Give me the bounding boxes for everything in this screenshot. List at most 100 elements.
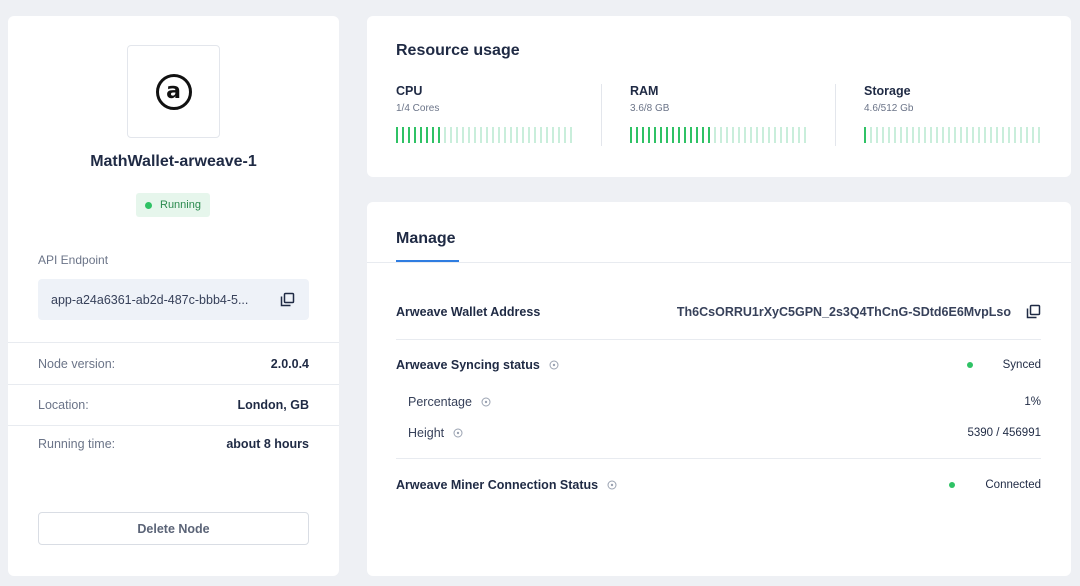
- usage-tick: [516, 127, 518, 143]
- usage-tick: [918, 127, 920, 143]
- miner-connection-label-text: Arweave Miner Connection Status: [396, 478, 599, 492]
- help-icon[interactable]: [607, 480, 617, 490]
- miner-connection-text: Connected: [985, 479, 1041, 491]
- divider: [8, 384, 339, 385]
- usage-tick: [444, 127, 446, 143]
- miner-connection-row: Arweave Miner Connection Status Connecte…: [396, 478, 1041, 492]
- syncing-status-value: Synced: [966, 359, 1041, 371]
- usage-tick: [558, 127, 560, 143]
- usage-tick: [522, 127, 524, 143]
- divider: [396, 339, 1041, 340]
- height-label: Height: [408, 426, 463, 440]
- help-icon[interactable]: [481, 397, 491, 407]
- wallet-address-value: Th6CsORRU1rXyC5GPN_2s3Q4ThCnG-SDtd6E6Mvp…: [677, 304, 1041, 319]
- usage-tick: [762, 127, 764, 143]
- usage-tick: [702, 127, 704, 143]
- resource-usage-text: 1/4 Cores: [396, 103, 440, 114]
- usage-tick: [960, 127, 962, 143]
- resource-usage-card: Resource usage CPU 1/4 Cores RAM 3.6/8 G…: [367, 16, 1071, 177]
- usage-tick: [990, 127, 992, 143]
- help-icon[interactable]: [453, 428, 463, 438]
- usage-tick: [480, 127, 482, 143]
- usage-tick: [744, 127, 746, 143]
- usage-tick: [1014, 127, 1016, 143]
- usage-tick: [456, 127, 458, 143]
- usage-tick: [630, 127, 632, 143]
- status-dot-icon: [949, 482, 956, 488]
- usage-tick: [948, 127, 950, 143]
- usage-tick: [768, 127, 770, 143]
- syncing-status-row: Arweave Syncing status Synced: [396, 358, 1041, 372]
- info-value: about 8 hours: [226, 437, 309, 451]
- usage-tick: [408, 127, 410, 143]
- resource-usage-title: Resource usage: [396, 42, 520, 59]
- usage-tick: [882, 127, 884, 143]
- manage-card: Manage Arweave Wallet Address Th6CsORRU1…: [367, 202, 1071, 576]
- usage-tick: [510, 127, 512, 143]
- percentage-label: Percentage: [408, 395, 491, 409]
- usage-tick: [930, 127, 932, 143]
- divider: [396, 458, 1041, 459]
- api-endpoint-label: API Endpoint: [38, 253, 109, 267]
- usage-tick: [798, 127, 800, 143]
- usage-tick: [648, 127, 650, 143]
- usage-tick: [912, 127, 914, 143]
- usage-tick: [426, 127, 428, 143]
- node-card: a MathWallet-arweave-1 Running API Endpo…: [8, 16, 339, 576]
- syncing-status-label-text: Arweave Syncing status: [396, 358, 540, 372]
- usage-tick: [936, 127, 938, 143]
- usage-tick: [450, 127, 452, 143]
- usage-tick: [690, 127, 692, 143]
- usage-tick: [714, 127, 716, 143]
- info-label: Location:: [38, 398, 89, 412]
- usage-tick: [1038, 127, 1040, 143]
- usage-tick: [756, 127, 758, 143]
- usage-tick: [462, 127, 464, 143]
- usage-tick: [786, 127, 788, 143]
- node-logo: a: [127, 45, 220, 138]
- usage-tick: [666, 127, 668, 143]
- tab-manage[interactable]: Manage: [396, 230, 456, 248]
- help-icon[interactable]: [549, 360, 559, 370]
- usage-tick: [654, 127, 656, 143]
- usage-tick: [528, 127, 530, 143]
- usage-tick: [738, 127, 740, 143]
- usage-tick: [954, 127, 956, 143]
- usage-tick: [792, 127, 794, 143]
- usage-tick: [996, 127, 998, 143]
- usage-tick: [504, 127, 506, 143]
- divider: [8, 425, 339, 426]
- status-label: Running: [160, 199, 201, 211]
- divider: [835, 84, 836, 146]
- syncing-status-label: Arweave Syncing status: [396, 358, 559, 372]
- usage-tick: [978, 127, 980, 143]
- info-row-running-time: Running time: about 8 hours: [38, 437, 309, 451]
- copy-icon[interactable]: [280, 292, 295, 307]
- usage-tick: [498, 127, 500, 143]
- usage-tick: [888, 127, 890, 143]
- usage-tick: [774, 127, 776, 143]
- usage-tick: [708, 127, 710, 143]
- usage-tick: [432, 127, 434, 143]
- height-row: Height 5390 / 456991: [408, 426, 1041, 440]
- usage-tick: [804, 127, 806, 143]
- copy-icon[interactable]: [1026, 304, 1041, 319]
- info-value: 2.0.0.4: [270, 357, 309, 371]
- delete-node-button[interactable]: Delete Node: [38, 512, 309, 545]
- resource-usage-text: 4.6/512 Gb: [864, 103, 914, 114]
- usage-tick: [780, 127, 782, 143]
- divider: [601, 84, 602, 146]
- resource-storage: Storage 4.6/512 Gb: [864, 84, 1044, 146]
- usage-tick: [438, 127, 440, 143]
- usage-tick: [726, 127, 728, 143]
- usage-tick: [552, 127, 554, 143]
- info-row-node-version: Node version: 2.0.0.4: [38, 357, 309, 371]
- usage-tick: [972, 127, 974, 143]
- usage-tick: [546, 127, 548, 143]
- info-label: Node version:: [38, 357, 116, 371]
- usage-tick: [636, 127, 638, 143]
- usage-tick: [396, 127, 398, 143]
- usage-tick: [564, 127, 566, 143]
- usage-tick: [642, 127, 644, 143]
- usage-tick: [924, 127, 926, 143]
